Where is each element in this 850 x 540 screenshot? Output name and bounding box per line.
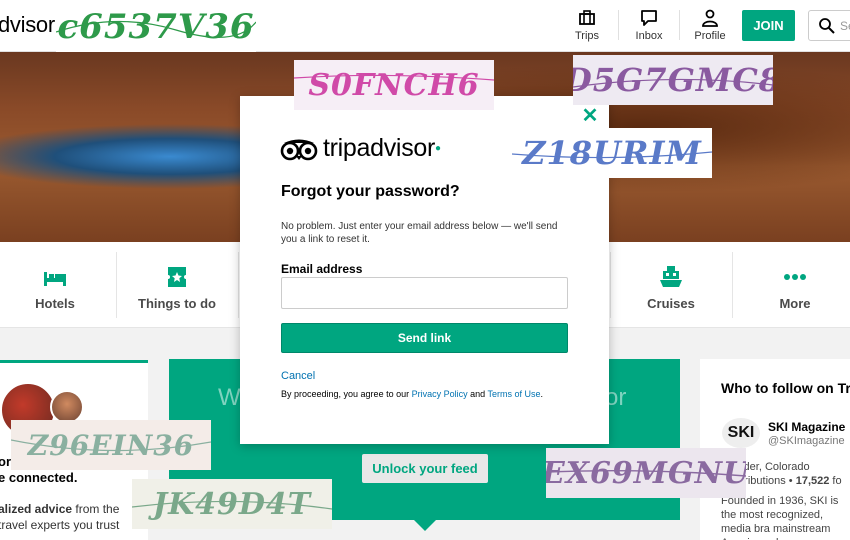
contributions-count: 17,522 (795, 475, 830, 487)
privacy-policy-link[interactable]: Privacy Policy (412, 389, 468, 399)
promo-body-line: travel experts you trust (0, 518, 120, 532)
promo-heading-line: e connected. (0, 470, 78, 485)
ticket-icon (168, 267, 186, 287)
terms-prefix: By proceeding, you agree to our (281, 389, 412, 399)
person-icon (702, 9, 718, 27)
nav-profile[interactable]: Profile (682, 8, 738, 42)
account-avatar[interactable]: SKI (722, 418, 760, 448)
category-cruises[interactable]: Cruises (616, 264, 726, 311)
captcha-text: D5G7GMC8 (573, 61, 773, 99)
captcha-text: Z96EIN36 (27, 428, 195, 462)
nav-trips[interactable]: Trips (559, 8, 615, 42)
feed-promo-heading: W (218, 384, 241, 411)
category-divider (238, 252, 239, 318)
suitcase-icon (579, 10, 595, 25)
category-things-to-do-label: Things to do (138, 296, 216, 311)
captcha-image: S0FNCH6 (294, 60, 494, 110)
promo-body-bold: alized advice (0, 502, 73, 516)
more-dots-icon (784, 274, 806, 280)
bed-icon (44, 272, 66, 286)
chat-bubble-icon (641, 10, 657, 26)
dialog-description: No problem. Just enter your email addres… (281, 221, 558, 245)
unlock-feed-button[interactable]: Unlock your feed (362, 454, 488, 483)
nav-profile-label: Profile (694, 30, 726, 42)
brand-dot-icon: ● (435, 143, 442, 154)
nav-inbox[interactable]: Inbox (621, 8, 677, 42)
captcha-image: JK49D4T (132, 479, 332, 529)
ship-icon (660, 266, 682, 287)
search-icon (819, 18, 835, 34)
captcha-text: c6537V36 (57, 7, 255, 47)
category-more-label: More (779, 296, 811, 311)
send-link-button[interactable]: Send link (281, 323, 568, 353)
nav-divider (679, 10, 680, 40)
site-logo[interactable]: dvisor (0, 12, 55, 38)
close-icon[interactable]: ✕ (580, 106, 600, 126)
category-hotels-label: Hotels (35, 296, 75, 311)
captcha-image: D5G7GMC8 (573, 55, 773, 105)
account-handle: @SKImagazine (768, 435, 845, 447)
nav-trips-label: Trips (574, 30, 600, 42)
tripadvisor-logo: tripadvisor ● (280, 134, 441, 163)
email-field[interactable] (281, 277, 568, 309)
captcha-text: EX69MGNU (546, 455, 746, 491)
promo-heading-line: or (0, 454, 11, 469)
email-label: Email address (281, 262, 363, 276)
terms-notice: By proceeding, you agree to our Privacy … (281, 389, 543, 399)
nav-inbox-label: Inbox (635, 30, 663, 42)
captcha-text: S0FNCH6 (308, 67, 480, 103)
captcha-text: Z18URIM (522, 134, 702, 172)
terms-suffix: . (540, 389, 543, 399)
category-more[interactable]: More (740, 264, 850, 311)
owl-logo-icon (280, 139, 318, 160)
account-contributions: ntributions • 17,522 fo (735, 475, 842, 487)
category-divider (116, 252, 117, 318)
search-placeholder: Se (840, 19, 850, 33)
nav-divider (618, 10, 619, 40)
captcha-image: Z96EIN36 (11, 420, 211, 470)
category-hotels[interactable]: Hotels (0, 264, 110, 311)
terms-and: and (467, 389, 488, 399)
captcha-image: Z18URIM (512, 128, 712, 178)
who-to-follow-title: Who to follow on Trip (721, 380, 850, 396)
dialog-title: Forgot your password? (281, 183, 460, 200)
captcha-image: c6537V36 (56, 2, 256, 52)
account-location: ulder, Colorado (735, 461, 810, 473)
promo-body-line: alized advice from the (0, 502, 119, 516)
search-input[interactable]: Se (808, 10, 850, 41)
terms-of-use-link[interactable]: Terms of Use (487, 389, 540, 399)
contributions-suffix: fo (829, 475, 842, 487)
brand-wordmark: tripadvisor (323, 134, 436, 162)
category-divider (732, 252, 733, 318)
captcha-text: JK49D4T (152, 486, 312, 522)
cancel-link[interactable]: Cancel (281, 370, 315, 382)
account-description: Founded in 1936, SKI is the most recogni… (721, 495, 839, 540)
category-divider (610, 252, 611, 318)
category-cruises-label: Cruises (647, 296, 695, 311)
card-pointer-arrow (414, 520, 436, 531)
promo-body-text: from the (72, 502, 120, 516)
join-button[interactable]: JOIN (742, 10, 795, 41)
captcha-image: EX69MGNU (546, 448, 746, 498)
avatar (50, 390, 84, 424)
category-things-to-do[interactable]: Things to do (122, 264, 232, 311)
account-name[interactable]: SKI Magazine (768, 420, 845, 434)
